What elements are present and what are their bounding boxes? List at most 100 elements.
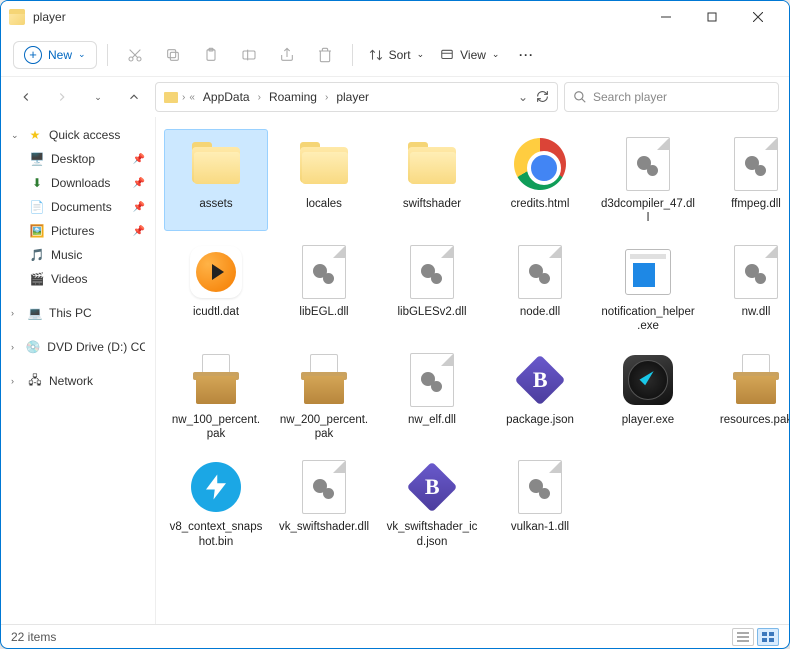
item-count: 22 items <box>11 630 56 644</box>
share-button[interactable] <box>270 38 304 72</box>
dll-icon <box>518 245 562 299</box>
sidebar-item-downloads[interactable]: ⬇Downloads📌 <box>1 171 155 195</box>
file-item[interactable]: notification_helper.exe <box>596 237 700 339</box>
sidebar-item-music[interactable]: 🎵Music <box>1 243 155 267</box>
search-placeholder: Search player <box>593 90 667 104</box>
forward-button[interactable] <box>47 82 77 112</box>
view-icon <box>440 48 454 62</box>
file-item[interactable]: nw_200_percent.pak <box>272 345 376 447</box>
icons-view-button[interactable] <box>757 628 779 646</box>
sort-button[interactable]: Sort ⌄ <box>363 44 431 66</box>
recent-button[interactable]: ⌄ <box>83 82 113 112</box>
dll-icon <box>410 245 454 299</box>
file-label: package.json <box>493 413 587 427</box>
file-item[interactable]: d3dcompiler_47.dll <box>596 129 700 231</box>
file-item[interactable]: icudtl.dat <box>164 237 268 339</box>
sidebar-network[interactable]: ›🖧Network <box>1 369 155 393</box>
file-label: vulkan-1.dll <box>493 520 587 534</box>
file-label: locales <box>277 197 371 211</box>
pin-icon: 📌 <box>133 202 145 213</box>
folder-icon <box>164 92 178 103</box>
file-item[interactable]: node.dll <box>488 237 592 339</box>
file-label: player.exe <box>601 413 695 427</box>
chevron-down-icon: ⌄ <box>78 49 86 60</box>
minimize-button[interactable] <box>643 1 689 33</box>
search-input[interactable]: Search player <box>564 82 779 112</box>
chevron-down-icon[interactable]: ⌄ <box>518 90 528 104</box>
file-label: swiftshader <box>385 197 479 211</box>
file-label: libEGL.dll <box>277 305 371 319</box>
statusbar: 22 items <box>1 624 789 648</box>
dll-icon <box>734 245 778 299</box>
dll-icon <box>626 137 670 191</box>
pin-icon: 📌 <box>133 154 145 165</box>
file-item[interactable]: credits.html <box>488 129 592 231</box>
new-button[interactable]: + New ⌄ <box>13 41 97 69</box>
json-icon: B <box>408 463 456 511</box>
toolbar: + New ⌄ Sort ⌄ View ⌄ ··· <box>1 33 789 77</box>
details-view-button[interactable] <box>732 628 754 646</box>
sidebar-this-pc[interactable]: ›💻This PC <box>1 301 155 325</box>
cut-button[interactable] <box>118 38 152 72</box>
chrome-icon <box>514 138 566 190</box>
file-item[interactable]: nw_100_percent.pak <box>164 345 268 447</box>
player-icon <box>190 246 242 298</box>
file-item[interactable]: assets <box>164 129 268 231</box>
breadcrumb-item[interactable]: AppData <box>199 88 254 106</box>
search-icon <box>573 90 587 104</box>
breadcrumb-item[interactable]: Roaming <box>265 88 321 106</box>
file-label: v8_context_snapshot.bin <box>169 520 263 549</box>
copy-button[interactable] <box>156 38 190 72</box>
more-button[interactable]: ··· <box>509 38 543 72</box>
sidebar-quick-access[interactable]: ⌄ ★ Quick access <box>1 123 155 147</box>
application-icon <box>625 249 671 295</box>
file-label: d3dcompiler_47.dll <box>601 197 695 226</box>
refresh-icon[interactable] <box>536 90 549 103</box>
sidebar-item-desktop[interactable]: 🖥️Desktop📌 <box>1 147 155 171</box>
file-label: vk_swiftshader_icd.json <box>385 520 479 549</box>
breadcrumb[interactable]: › « AppData › Roaming › player ⌄ <box>155 82 558 112</box>
sidebar-item-documents[interactable]: 📄Documents📌 <box>1 195 155 219</box>
file-item[interactable]: Bpackage.json <box>488 345 592 447</box>
view-button[interactable]: View ⌄ <box>434 44 505 66</box>
chevron-right-icon: › <box>11 308 21 318</box>
file-label: ffmpeg.dll <box>709 197 789 211</box>
file-item[interactable]: ffmpeg.dll <box>704 129 789 231</box>
sidebar-item-pictures[interactable]: 🖼️Pictures📌 <box>1 219 155 243</box>
close-button[interactable] <box>735 1 781 33</box>
daemon-icon <box>191 462 241 512</box>
file-item[interactable]: swiftshader <box>380 129 484 231</box>
player-exe-icon <box>623 355 673 405</box>
folder-icon <box>298 142 350 186</box>
up-button[interactable] <box>119 82 149 112</box>
chevron-right-icon: › <box>258 92 261 103</box>
pin-icon: 📌 <box>133 178 145 189</box>
delete-button[interactable] <box>308 38 342 72</box>
file-item[interactable]: Bvk_swiftshader_icd.json <box>380 452 484 554</box>
breadcrumb-item[interactable]: player <box>332 88 373 106</box>
chevron-down-icon: ⌄ <box>492 49 500 60</box>
file-item[interactable]: locales <box>272 129 376 231</box>
file-item[interactable]: vulkan-1.dll <box>488 452 592 554</box>
back-button[interactable] <box>11 82 41 112</box>
file-label: nw_200_percent.pak <box>277 413 371 442</box>
file-item[interactable]: vk_swiftshader.dll <box>272 452 376 554</box>
sidebar-dvd[interactable]: ›💿DVD Drive (D:) CCCC <box>1 335 155 359</box>
file-pane[interactable]: assets locales swiftshader credits.html d3dc… <box>156 117 789 624</box>
star-icon: ★ <box>27 127 43 143</box>
dll-icon <box>302 245 346 299</box>
file-item[interactable]: libEGL.dll <box>272 237 376 339</box>
file-item[interactable]: libGLESv2.dll <box>380 237 484 339</box>
file-item[interactable]: nw_elf.dll <box>380 345 484 447</box>
titlebar[interactable]: player <box>1 1 789 33</box>
rename-button[interactable] <box>232 38 266 72</box>
sidebar-item-videos[interactable]: 🎬Videos <box>1 267 155 291</box>
paste-button[interactable] <box>194 38 228 72</box>
dll-icon <box>410 353 454 407</box>
window-title: player <box>33 10 66 24</box>
file-item[interactable]: resources.pak <box>704 345 789 447</box>
file-item[interactable]: player.exe <box>596 345 700 447</box>
maximize-button[interactable] <box>689 1 735 33</box>
file-item[interactable]: v8_context_snapshot.bin <box>164 452 268 554</box>
file-item[interactable]: nw.dll <box>704 237 789 339</box>
